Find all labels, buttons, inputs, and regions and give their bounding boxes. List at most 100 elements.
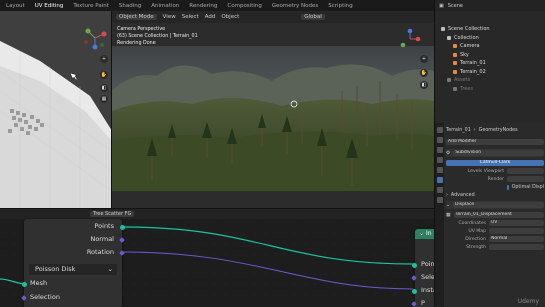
tab-animation[interactable]: Animation: [149, 3, 181, 9]
displace-name-field[interactable]: Displace: [453, 202, 544, 208]
menu-add[interactable]: Add: [205, 14, 216, 20]
instance-input-label: Insta: [421, 286, 434, 294]
camera-view-icon[interactable]: ◧: [100, 84, 108, 92]
outliner-item-label: Collection: [454, 34, 479, 41]
mesh-object-icon: [453, 52, 457, 57]
subdivision-modifier-header[interactable]: ⚙ Subdivision: [446, 149, 544, 157]
direction-label: Direction: [465, 236, 486, 242]
chevron-down-icon: ⌄: [446, 202, 451, 208]
distribute-points-node[interactable]: Points Normal Rotation Poisson Disk ⌄ Me…: [24, 219, 122, 307]
selection-input-label: Selection: [30, 293, 60, 301]
axis-gizmo-left[interactable]: [82, 25, 108, 51]
breadcrumb-separator: ›: [473, 127, 476, 133]
zoom-icon-center[interactable]: +: [420, 55, 428, 63]
properties-panel: Terrain_01 › GeometryNodes Add Modifier …: [434, 123, 545, 307]
distribute-method-dropdown[interactable]: Poisson Disk ⌄: [29, 264, 117, 275]
pan-hand-icon[interactable]: ✋: [100, 71, 108, 79]
menu-view[interactable]: View: [163, 14, 176, 20]
object-tab-icon[interactable]: [436, 167, 443, 173]
outliner-item-sky[interactable]: Sky: [435, 51, 545, 60]
outliner-item-label: Scene Collection: [448, 26, 490, 33]
selection-input-label-right: Select: [421, 273, 434, 281]
coordinates-label: Coordinates: [458, 220, 486, 226]
mesh-input-socket[interactable]: [21, 281, 27, 287]
catmull-clark-button[interactable]: Catmull-Clark: [446, 160, 544, 166]
outliner-item-assets[interactable]: Assets: [435, 76, 545, 85]
render-levels-field[interactable]: [507, 176, 544, 182]
instance-on-points-node[interactable]: ⌄ In Points Select Insta P: [415, 229, 434, 307]
points-input-label: Points: [421, 260, 434, 268]
tab-compositing[interactable]: Compositing: [225, 3, 263, 9]
outliner-item-label: Camera: [460, 43, 480, 50]
uv-map-field[interactable]: [489, 228, 544, 234]
displace-modifier-header[interactable]: ⌄ Displace: [446, 201, 544, 209]
axis-gizmo-center[interactable]: [398, 27, 422, 51]
points-output-socket[interactable]: [119, 224, 125, 230]
subdivision-name-field[interactable]: Subdivision: [453, 150, 544, 156]
strength-field[interactable]: [489, 244, 544, 250]
pick-instance-input-label: P: [421, 299, 425, 307]
outliner-item-terrain-01[interactable]: Terrain_01: [435, 59, 545, 68]
blender-window: Layout UV Editing Texture Paint Shading …: [0, 0, 545, 307]
scene-tab-icon[interactable]: [436, 157, 443, 163]
geometry-node-editor[interactable]: Tree Scatter FG Points Normal Rotation P…: [0, 208, 434, 307]
render-tab-icon[interactable]: [436, 137, 443, 143]
advanced-row[interactable]: › Advanced: [446, 191, 544, 199]
modifier-tab-icon[interactable]: [436, 177, 443, 183]
tool-tab-icon[interactable]: [436, 127, 443, 133]
material-tab-icon[interactable]: [436, 197, 443, 203]
collection-icon: [447, 78, 451, 83]
camera-object-icon: [453, 44, 457, 49]
coordinates-row: Coordinates UV: [446, 219, 544, 227]
tab-shading[interactable]: Shading: [117, 3, 143, 9]
transform-orientation[interactable]: Global: [301, 14, 325, 20]
modifier-stack: Terrain_01 › GeometryNodes Add Modifier …: [444, 123, 545, 307]
outliner-item-label: Assets: [454, 77, 471, 84]
distribute-method-value: Poisson Disk: [35, 265, 76, 273]
zoom-icon[interactable]: +: [100, 55, 108, 63]
render-label: Render: [487, 176, 504, 182]
levels-viewport-field[interactable]: [507, 168, 544, 174]
outliner-item-terrain-02[interactable]: Terrain_02: [435, 68, 545, 77]
texture-icon: ▦: [446, 212, 451, 218]
wrench-icon: ⚙: [446, 150, 451, 156]
coordinates-select[interactable]: UV: [489, 220, 544, 226]
scene-collection-label: (63) Scene Collection | Terrain_01: [117, 34, 198, 39]
perspective-grid-icon[interactable]: ▦: [100, 95, 108, 103]
points-input-socket[interactable]: [411, 262, 417, 268]
left-3d-viewport[interactable]: + ✋ ◧ ▦: [0, 11, 112, 208]
instance-node-title: In: [425, 230, 432, 237]
direction-row: Direction Normal: [446, 235, 544, 243]
tab-geometry-nodes[interactable]: Geometry Nodes: [270, 3, 320, 9]
tab-uv-editing[interactable]: UV Editing: [33, 3, 66, 9]
outliner-item-trees[interactable]: Trees: [435, 85, 545, 94]
outliner-item-label: Terrain_02: [460, 68, 486, 75]
physics-tab-icon[interactable]: [436, 187, 443, 193]
instance-input-socket[interactable]: [411, 288, 417, 294]
points-output-label: Points: [94, 222, 114, 230]
outliner-item-collection[interactable]: Collection: [435, 34, 545, 43]
levels-viewport-row: Levels Viewport: [446, 167, 544, 175]
tab-scripting[interactable]: Scripting: [326, 3, 354, 9]
menu-select[interactable]: Select: [182, 14, 199, 20]
subdivision-type-row: Catmull-Clark: [446, 159, 544, 167]
direction-select[interactable]: Normal: [489, 236, 544, 242]
optimal-display-checkbox[interactable]: [507, 184, 509, 190]
add-modifier-button[interactable]: Add Modifier: [446, 139, 544, 145]
collection-icon: [447, 35, 451, 40]
tab-rendering[interactable]: Rendering: [187, 3, 219, 9]
output-tab-icon[interactable]: [436, 147, 443, 153]
outliner-item-camera[interactable]: Camera: [435, 42, 545, 51]
texture-field[interactable]: Terrain_01_Displacement: [453, 212, 544, 218]
render-levels-row: Render: [446, 175, 544, 183]
outliner-item-scene-collection[interactable]: Scene Collection: [435, 25, 545, 34]
tab-texture-paint[interactable]: Texture Paint: [71, 3, 111, 9]
menu-object[interactable]: Object: [221, 14, 239, 20]
camera-view-icon-center[interactable]: ◧: [420, 81, 428, 89]
scene-selector[interactable]: Scene: [448, 3, 463, 9]
scene-icon: ▣: [439, 2, 444, 9]
pan-hand-icon-center[interactable]: ✋: [420, 69, 428, 77]
mode-selector[interactable]: Object Mode: [116, 14, 157, 20]
tab-layout[interactable]: Layout: [4, 3, 27, 9]
camera-viewport[interactable]: Object Mode View Select Add Object Globa…: [112, 11, 434, 208]
